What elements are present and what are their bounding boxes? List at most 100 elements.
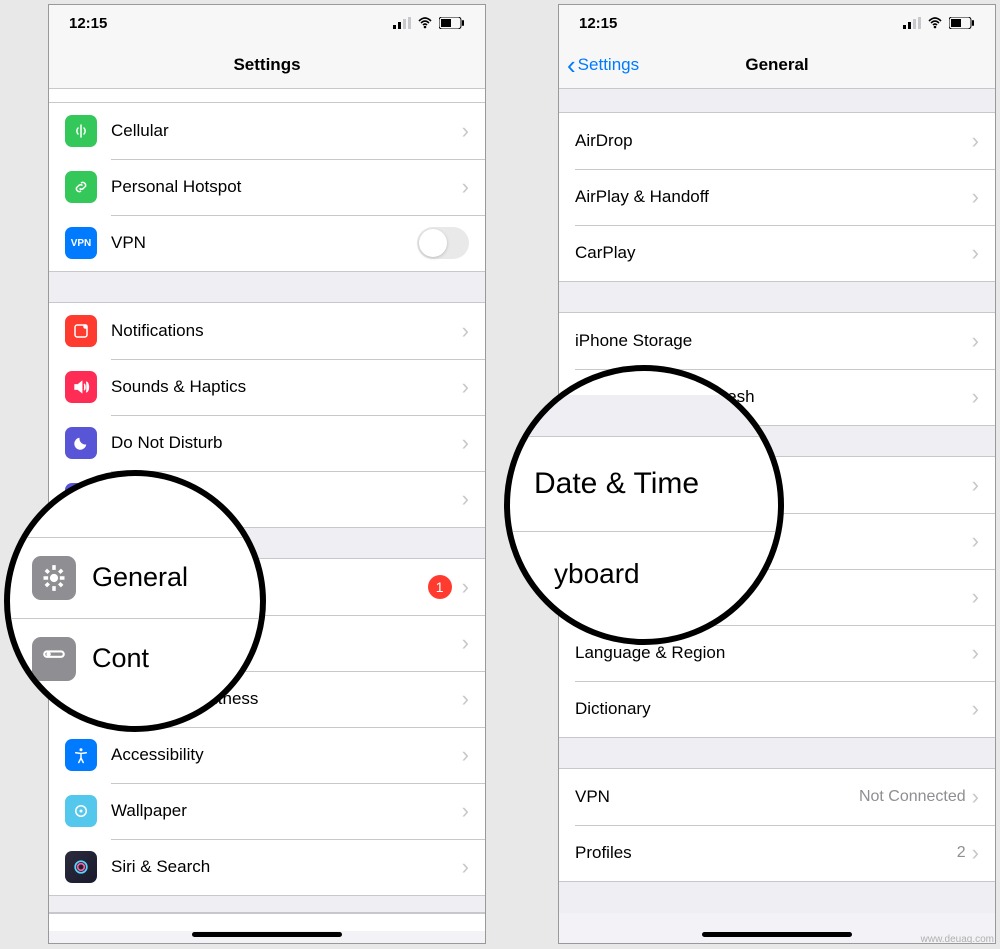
link-icon bbox=[65, 171, 97, 203]
siri-icon bbox=[65, 851, 97, 883]
mag-label: General bbox=[92, 562, 188, 593]
mag-row-keyboard: yboard bbox=[510, 532, 778, 616]
row-label: Language & Region bbox=[575, 643, 972, 663]
notification-badge: 1 bbox=[428, 575, 452, 599]
back-button[interactable]: ‹ Settings bbox=[567, 52, 639, 78]
chevron-left-icon: ‹ bbox=[567, 52, 576, 78]
mag-row-general: General bbox=[10, 538, 260, 619]
row-sounds[interactable]: Sounds & Haptics › bbox=[49, 359, 485, 415]
row-label: VPN bbox=[575, 787, 859, 807]
chevron-right-icon: › bbox=[462, 430, 469, 456]
wallpaper-icon bbox=[65, 795, 97, 827]
row-label: CarPlay bbox=[575, 243, 972, 263]
mag-row-datetime: Date & Time bbox=[510, 437, 778, 532]
row-label: Sounds & Haptics bbox=[111, 377, 462, 397]
chevron-right-icon: › bbox=[462, 742, 469, 768]
speaker-icon bbox=[65, 371, 97, 403]
accessibility-icon bbox=[65, 739, 97, 771]
group-spacer bbox=[559, 737, 995, 769]
row-profiles[interactable]: Profiles 2 › bbox=[559, 825, 995, 881]
row-cellular[interactable]: Cellular › bbox=[49, 103, 485, 159]
group-spacer bbox=[559, 281, 995, 313]
chevron-right-icon: › bbox=[972, 528, 979, 554]
wifi-icon bbox=[417, 17, 433, 29]
row-label: AirDrop bbox=[575, 131, 972, 151]
home-indicator[interactable] bbox=[702, 932, 852, 937]
chevron-right-icon: › bbox=[462, 118, 469, 144]
back-label: Settings bbox=[578, 55, 639, 75]
partial-row-top bbox=[49, 89, 485, 103]
row-siri[interactable]: Siri & Search › bbox=[49, 839, 485, 895]
chevron-right-icon: › bbox=[972, 840, 979, 866]
mag-label: Date & Time bbox=[534, 467, 699, 501]
chevron-right-icon: › bbox=[972, 128, 979, 154]
magnifier-datetime: Date & Time yboard bbox=[504, 365, 784, 645]
row-airdrop[interactable]: AirDrop › bbox=[559, 113, 995, 169]
group-spacer bbox=[49, 271, 485, 303]
chevron-right-icon: › bbox=[462, 174, 469, 200]
chevron-right-icon: › bbox=[462, 686, 469, 712]
chevron-right-icon: › bbox=[972, 240, 979, 266]
nav-title: Settings bbox=[233, 55, 300, 75]
nav-bar: ‹ Settings General bbox=[559, 41, 995, 89]
battery-icon bbox=[439, 17, 465, 29]
row-label: VPN bbox=[111, 233, 417, 253]
chevron-right-icon: › bbox=[972, 184, 979, 210]
row-vpn-general[interactable]: VPN Not Connected › bbox=[559, 769, 995, 825]
row-notifications[interactable]: Notifications › bbox=[49, 303, 485, 359]
row-detail: Not Connected bbox=[859, 788, 966, 806]
chevron-right-icon: › bbox=[972, 640, 979, 666]
status-bar: 12:15 bbox=[559, 5, 995, 41]
row-vpn[interactable]: VPN VPN bbox=[49, 215, 485, 271]
status-icons bbox=[393, 17, 465, 29]
group-spacer bbox=[49, 895, 485, 913]
wifi-icon bbox=[927, 17, 943, 29]
row-dictionary[interactable]: Dictionary › bbox=[559, 681, 995, 737]
status-time: 12:15 bbox=[579, 15, 617, 32]
row-label: Profiles bbox=[575, 843, 957, 863]
home-indicator[interactable] bbox=[192, 932, 342, 937]
status-time: 12:15 bbox=[69, 15, 107, 32]
row-hotspot[interactable]: Personal Hotspot › bbox=[49, 159, 485, 215]
moon-icon bbox=[65, 427, 97, 459]
row-wallpaper[interactable]: Wallpaper › bbox=[49, 783, 485, 839]
switches-icon bbox=[32, 637, 76, 681]
row-carplay[interactable]: CarPlay › bbox=[559, 225, 995, 281]
mag-cutoff bbox=[510, 395, 778, 437]
mag-label: Cont bbox=[92, 643, 149, 674]
chevron-right-icon: › bbox=[462, 630, 469, 656]
notifications-icon bbox=[65, 315, 97, 347]
chevron-right-icon: › bbox=[972, 696, 979, 722]
row-airplay[interactable]: AirPlay & Handoff › bbox=[559, 169, 995, 225]
row-dnd[interactable]: Do Not Disturb › bbox=[49, 415, 485, 471]
row-detail: 2 bbox=[957, 844, 966, 862]
signal-icon bbox=[393, 17, 411, 29]
chevron-right-icon: › bbox=[462, 486, 469, 512]
vpn-toggle[interactable] bbox=[417, 227, 469, 259]
mag-row-controlcenter: Cont bbox=[10, 619, 260, 699]
row-storage[interactable]: iPhone Storage › bbox=[559, 313, 995, 369]
row-label: Siri & Search bbox=[111, 857, 462, 877]
signal-icon bbox=[903, 17, 921, 29]
row-label: Cellular bbox=[111, 121, 462, 141]
status-bar: 12:15 bbox=[49, 5, 485, 41]
chevron-right-icon: › bbox=[972, 472, 979, 498]
watermark: www.deuaq.com bbox=[921, 934, 994, 945]
gear-icon bbox=[32, 556, 76, 600]
group-spacer bbox=[559, 89, 995, 113]
group-spacer bbox=[559, 881, 995, 913]
nav-bar: Settings bbox=[49, 41, 485, 89]
antenna-icon bbox=[65, 115, 97, 147]
chevron-right-icon: › bbox=[462, 798, 469, 824]
row-label: Accessibility bbox=[111, 745, 462, 765]
magnifier-general: General Cont bbox=[4, 470, 266, 732]
chevron-right-icon: › bbox=[972, 384, 979, 410]
chevron-right-icon: › bbox=[972, 328, 979, 354]
row-label: Wallpaper bbox=[111, 801, 462, 821]
chevron-right-icon: › bbox=[462, 374, 469, 400]
mag-cutoff bbox=[10, 504, 260, 538]
vpn-icon: VPN bbox=[65, 227, 97, 259]
row-label: Dictionary bbox=[575, 699, 972, 719]
row-label: Do Not Disturb bbox=[111, 433, 462, 453]
row-accessibility[interactable]: Accessibility › bbox=[49, 727, 485, 783]
